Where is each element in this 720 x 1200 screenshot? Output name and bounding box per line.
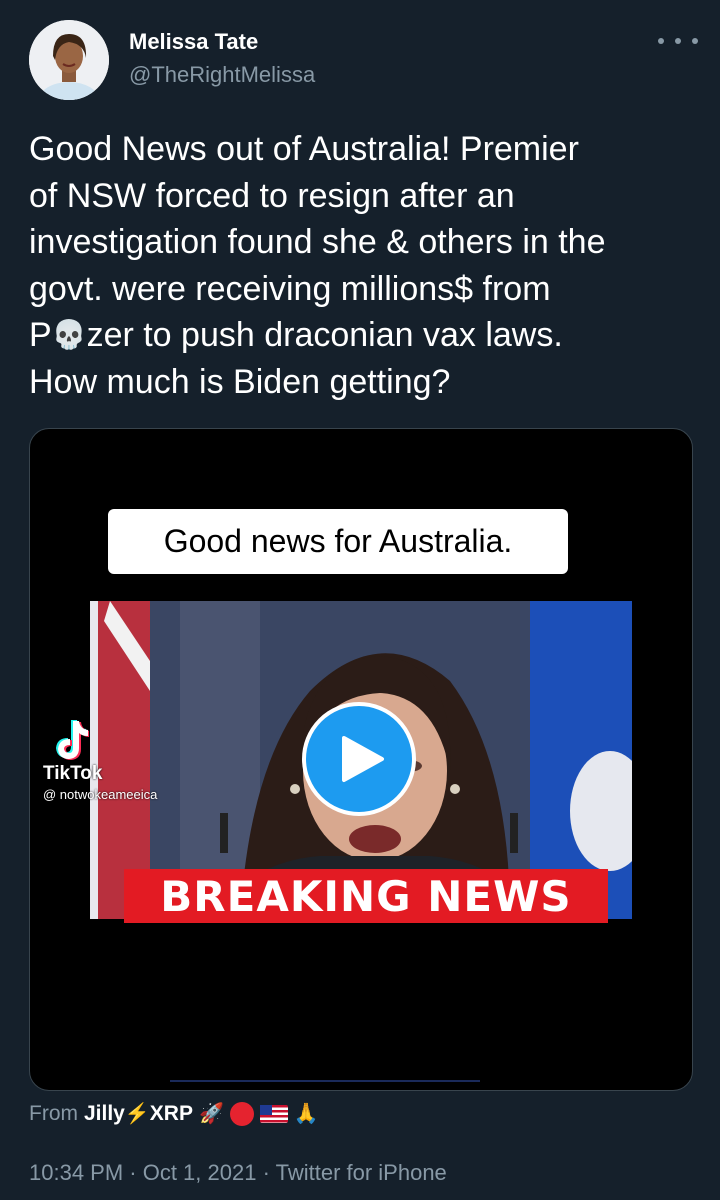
red-circle-icon: [229, 1101, 254, 1126]
more-dot: [692, 38, 698, 44]
source-app-name[interactable]: Jilly⚡XRP: [84, 1101, 193, 1126]
source-app-suffix: XRP: [149, 1102, 193, 1125]
more-options-icon[interactable]: [658, 26, 698, 56]
tweet-line: of NSW forced to resign after an: [29, 176, 515, 215]
tweet-detail: Melissa Tate @TheRightMelissa Good News …: [0, 0, 720, 1200]
us-flag-icon: [259, 1104, 288, 1123]
lightning-emoji-icon: ⚡: [124, 1103, 150, 1125]
source-app-label: Jilly: [84, 1102, 125, 1125]
breaking-news-text: BREAKING NEWS: [160, 871, 572, 921]
play-button[interactable]: [302, 702, 416, 816]
avatar-portrait-icon: [29, 20, 109, 100]
author-handle[interactable]: @TheRightMelissa: [129, 62, 315, 88]
play-icon: [342, 736, 384, 782]
more-dot: [658, 38, 664, 44]
more-dot: [675, 38, 681, 44]
tiktok-label: TikTok: [43, 763, 103, 784]
tweet-line: Good News out of Australia! Premier: [29, 130, 579, 168]
tiktok-username: @ notwokeameeica: [43, 787, 158, 802]
video-caption-box: Good news for Australia.: [108, 509, 568, 574]
tiktok-watermark: TikTok @ notwokeameeica: [43, 719, 157, 802]
video-progress-track: [170, 1080, 480, 1082]
video-caption: Good news for Australia.: [163, 523, 513, 559]
author-display-name[interactable]: Melissa Tate: [129, 29, 258, 55]
tweet-source: From Jilly⚡XRP 🚀 🙏: [29, 1101, 319, 1126]
tweet-line-censored: P💀zer to push draconian vax laws.: [29, 312, 701, 359]
video-media-card[interactable]: Good news for Australia. BREAKING NEWS T…: [29, 428, 693, 1091]
author-avatar[interactable]: [29, 20, 109, 100]
tweet-text: Good News out of Australia! Premier of N…: [29, 126, 701, 405]
tweet-timestamp[interactable]: 10:34 PM · Oct 1, 2021 · Twitter for iPh…: [29, 1160, 447, 1186]
praying-hands-emoji-icon: 🙏: [293, 1103, 319, 1125]
tweet-line-rest: zer to push draconian vax laws.: [86, 316, 563, 354]
tiktok-logo-icon: [56, 720, 89, 760]
breaking-news-banner: BREAKING NEWS: [124, 869, 608, 923]
skull-emoji-icon: 💀: [51, 319, 87, 350]
source-prefix: From: [29, 1101, 78, 1125]
rocket-emoji-icon: 🚀: [198, 1103, 224, 1125]
tweet-line: How much is Biden getting?: [29, 362, 451, 401]
tweet-line: govt. were receiving millions$ from: [29, 269, 551, 308]
tweet-line: investigation found she & others in the: [29, 223, 606, 261]
tweet-line-prefix: P: [29, 316, 52, 354]
